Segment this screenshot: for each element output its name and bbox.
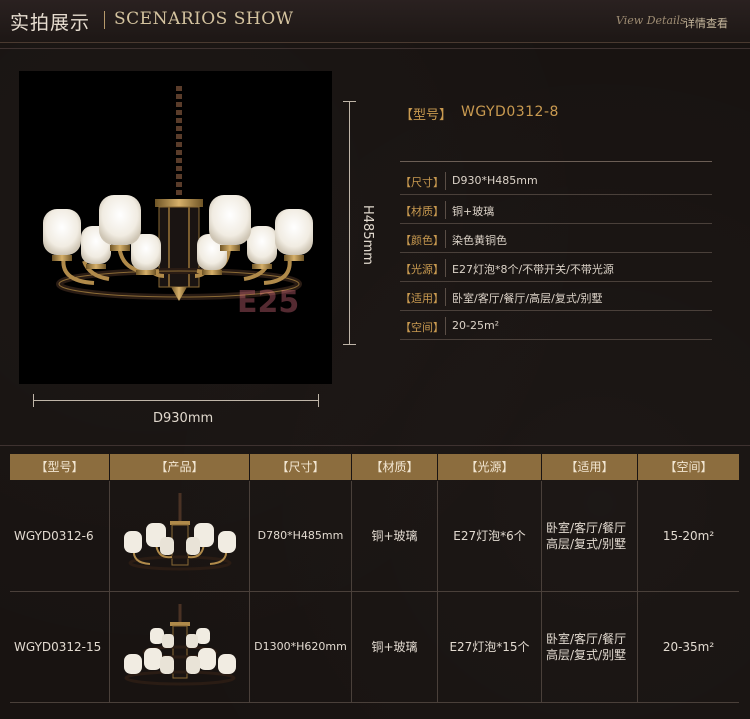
spec-row-color: 【颜色】 染色黄铜色 (400, 226, 712, 253)
spec-row-usage: 【适用】 卧室/客厅/餐厅/高层/复式/别墅 (400, 284, 712, 311)
spec-value: 染色黄铜色 (452, 234, 507, 247)
spec-value: 卧室/客厅/餐厅/高层/复式/别墅 (452, 292, 603, 305)
height-dimension-label: H485mm (360, 205, 375, 265)
cell-material: 铜+玻璃 (352, 592, 438, 702)
header-divider (0, 48, 750, 49)
cell-material: 铜+玻璃 (352, 481, 438, 591)
column-header-model: 【型号】 (10, 454, 110, 480)
height-dimension-line (349, 101, 350, 345)
spec-row-size: 【尺寸】 D930*H485mm (400, 168, 712, 195)
spec-separator (445, 172, 446, 190)
width-dimension-line (33, 400, 319, 401)
cell-usage-line1: 卧室/客厅/餐厅 (546, 632, 627, 646)
column-header-light: 【光源】 (438, 454, 542, 480)
spec-divider (400, 161, 712, 162)
width-dimension-label: D930mm (153, 411, 214, 426)
cell-product-image (110, 592, 250, 702)
chandelier-thumbnail (123, 493, 236, 571)
watermark-logo: E25 (237, 285, 300, 320)
chandelier-illustration (43, 86, 313, 301)
spec-label: 【尺寸】 (400, 176, 444, 189)
spec-label: 【材质】 (400, 205, 444, 218)
cell-size: D780*H485mm (250, 481, 352, 591)
cell-usage-line2: 高层/复式/别墅 (546, 648, 627, 662)
column-header-product: 【产品】 (110, 454, 250, 480)
spec-row-space: 【空间】 20-25m² (400, 313, 712, 340)
spec-value: D930*H485mm (452, 174, 538, 187)
table-row: WGYD0312-6 D780*H485mm 铜+玻璃 E27灯泡*6个 卧室/… (10, 481, 739, 592)
section-header: 实拍展示 SCENARIOS SHOW View Details 详情查看 (0, 0, 750, 43)
table-header: 【型号】 【产品】 【尺寸】 【材质】 【光源】 【适用】 【空间】 (10, 454, 739, 480)
view-details-script: View Details (616, 14, 686, 27)
cell-usage-line2: 高层/复式/别墅 (546, 537, 627, 551)
spec-label: 【适用】 (400, 292, 444, 305)
spec-value: E27灯泡*8个/不带开关/不带光源 (452, 263, 614, 276)
spec-value: 铜+玻璃 (452, 205, 495, 218)
cell-model: WGYD0312-6 (10, 481, 110, 591)
spec-row-material: 【材质】 铜+玻璃 (400, 197, 712, 224)
chandelier-thumbnail (123, 604, 236, 686)
cell-size: D1300*H620mm (250, 592, 352, 702)
model-label: 【型号】 (400, 108, 453, 123)
section-divider (0, 445, 750, 446)
width-dimension-cap-right (318, 394, 319, 407)
cell-light: E27灯泡*6个 (438, 481, 542, 591)
spec-label: 【颜色】 (400, 234, 444, 247)
spec-label: 【光源】 (400, 263, 444, 276)
title-divider (104, 11, 105, 29)
column-header-space: 【空间】 (664, 460, 713, 474)
height-dimension-cap-top (343, 101, 356, 102)
spec-separator (445, 259, 446, 277)
model-value: WGYD0312-8 (461, 104, 559, 120)
spec-separator (445, 317, 446, 335)
width-dimension-cap-left (33, 394, 34, 407)
table-row: WGYD0312-15 D1300*H620mm 铜+玻璃 E27灯泡*15个 … (10, 592, 739, 703)
section-title-en: SCENARIOS SHOW (114, 9, 294, 29)
cell-usage: 卧室/客厅/餐厅 高层/复式/别墅 (542, 481, 638, 591)
cell-light: E27灯泡*15个 (438, 592, 542, 702)
cell-space: 15-20m² (662, 529, 715, 543)
cell-space: 20-35m² (662, 640, 715, 654)
spec-separator (445, 230, 446, 248)
spec-value: 20-25m² (452, 319, 500, 332)
spec-separator (445, 201, 446, 219)
view-details-link[interactable]: 详情查看 (684, 15, 728, 31)
spec-label: 【空间】 (400, 321, 444, 334)
chandelier-photo: E25 (19, 71, 332, 384)
height-dimension-cap-bottom (343, 344, 356, 345)
cell-usage: 卧室/客厅/餐厅 高层/复式/别墅 (542, 592, 638, 702)
cell-product-image (110, 481, 250, 591)
column-header-material: 【材质】 (352, 454, 438, 480)
cell-model: WGYD0312-15 (10, 592, 110, 702)
column-header-usage: 【适用】 (542, 454, 638, 480)
spec-row-light: 【光源】 E27灯泡*8个/不带开关/不带光源 (400, 255, 712, 282)
spec-separator (445, 288, 446, 306)
cell-usage-line1: 卧室/客厅/餐厅 (546, 521, 627, 535)
section-title-cn: 实拍展示 (10, 12, 91, 34)
column-header-size: 【尺寸】 (250, 454, 352, 480)
